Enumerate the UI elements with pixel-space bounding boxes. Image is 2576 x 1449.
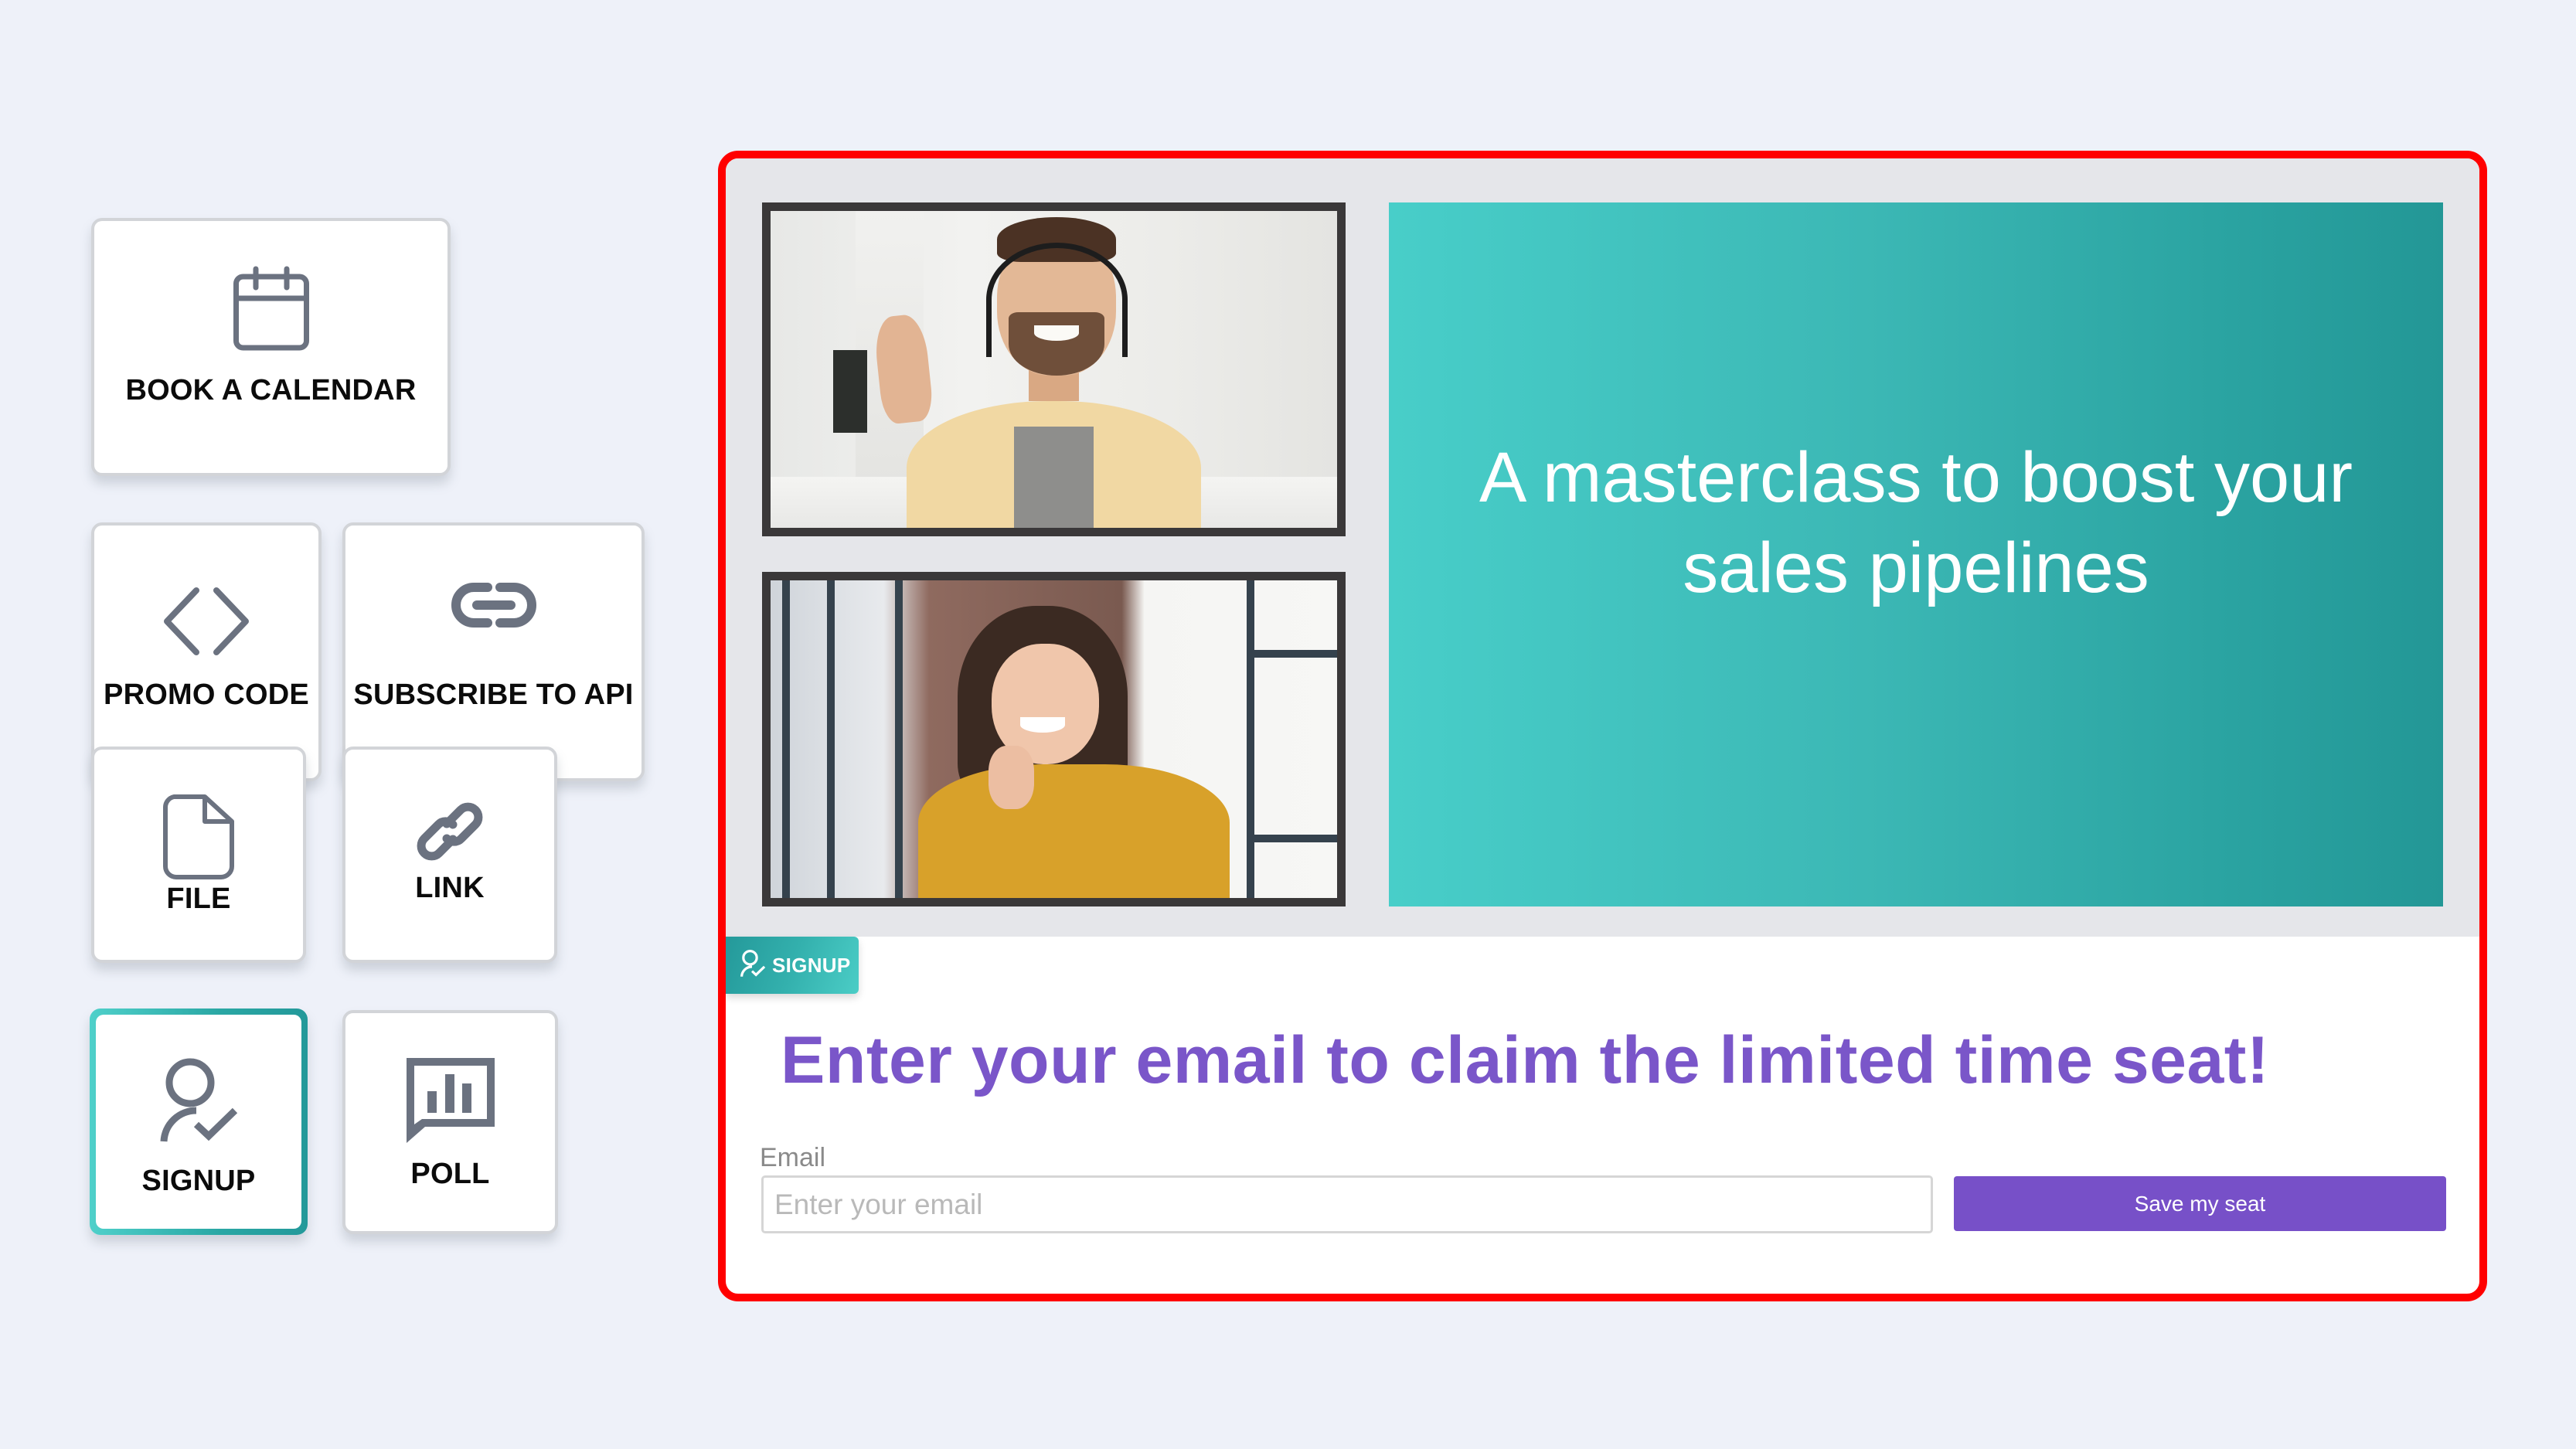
video-tile-host <box>762 202 1346 536</box>
widget-label: PROMO CODE <box>104 679 309 711</box>
email-input[interactable] <box>761 1175 1933 1233</box>
api-link-icon <box>449 581 539 629</box>
webinar-stage: A masterclass to boost your sales pipeli… <box>726 158 2479 937</box>
code-icon <box>162 586 250 657</box>
email-label: Email <box>760 1143 826 1172</box>
headset-icon <box>985 243 1128 357</box>
video-feed-woman-smiling <box>771 580 1337 898</box>
widget-label: SUBSCRIBE TO API <box>353 679 634 711</box>
signup-preview-panel: A masterclass to boost your sales pipeli… <box>718 151 2487 1301</box>
widget-card-subscribe-to-api[interactable]: SUBSCRIBE TO API <box>342 522 645 781</box>
signup-badge: SIGNUP <box>726 937 859 994</box>
widget-label: LINK <box>415 872 485 904</box>
widget-label: SIGNUP <box>141 1165 256 1197</box>
widget-card-poll[interactable]: POLL <box>342 1010 558 1234</box>
hero-banner: A masterclass to boost your sales pipeli… <box>1389 202 2443 906</box>
widget-card-promo-code[interactable]: PROMO CODE <box>91 522 322 781</box>
link-icon <box>413 796 487 867</box>
video-tile-guest <box>762 572 1346 906</box>
badge-label: SIGNUP <box>772 953 851 977</box>
widget-card-link[interactable]: LINK <box>342 747 557 963</box>
widget-card-file[interactable]: FILE <box>91 747 306 963</box>
video-feed-man-waving <box>771 211 1337 528</box>
widget-card-book-a-calendar[interactable]: BOOK A CALENDAR <box>91 218 451 476</box>
widget-label: BOOK A CALENDAR <box>125 374 417 406</box>
signup-form-heading: Enter your email to claim the limited ti… <box>781 1023 2270 1097</box>
user-check-icon <box>158 1058 240 1145</box>
calendar-icon <box>233 266 309 351</box>
hero-title: A masterclass to boost your sales pipeli… <box>1479 437 2353 607</box>
poll-chart-icon <box>406 1058 495 1143</box>
file-icon <box>163 794 234 879</box>
widget-label: POLL <box>410 1158 490 1190</box>
user-check-icon <box>740 949 766 982</box>
save-my-seat-button[interactable]: Save my seat <box>1954 1176 2446 1231</box>
widget-card-signup[interactable]: SIGNUP <box>90 1009 308 1235</box>
widget-label: FILE <box>166 883 231 915</box>
